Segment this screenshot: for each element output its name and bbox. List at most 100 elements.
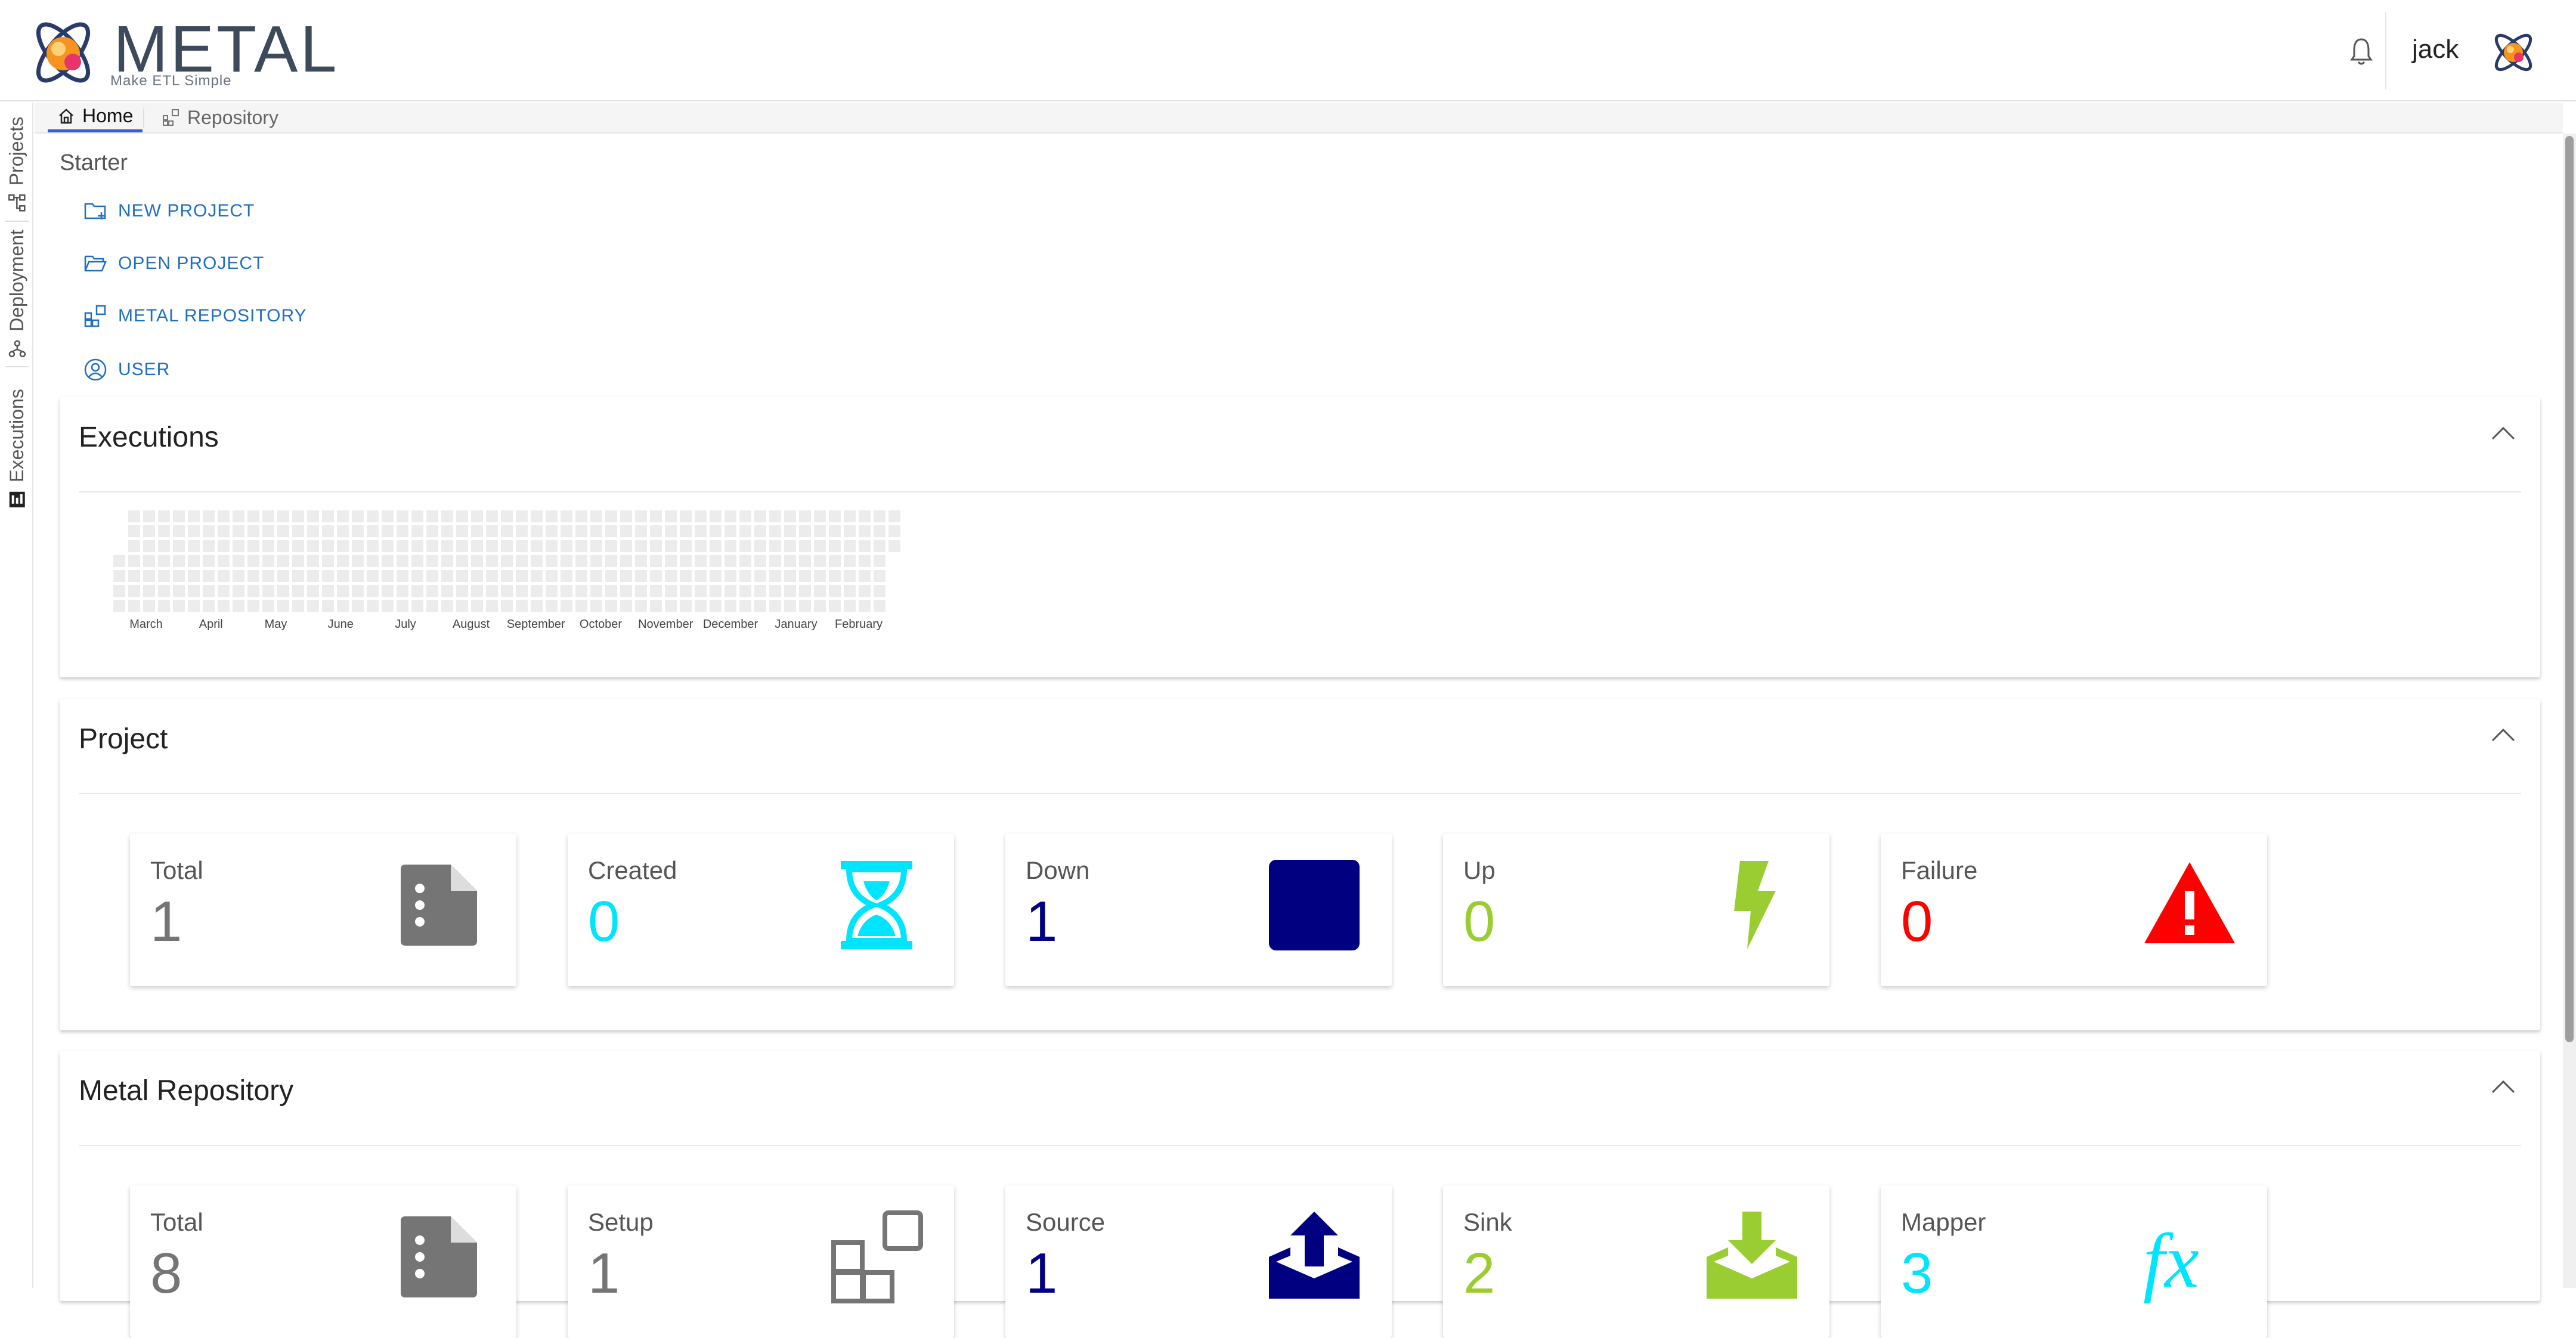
heatmap-day-cell[interactable] bbox=[218, 555, 230, 567]
heatmap-day-cell[interactable] bbox=[218, 510, 230, 522]
heatmap-day-cell[interactable] bbox=[754, 600, 766, 612]
heatmap-day-cell[interactable] bbox=[754, 510, 766, 522]
heatmap-day-cell[interactable] bbox=[367, 585, 379, 597]
heatmap-day-cell[interactable] bbox=[695, 525, 707, 537]
heatmap-day-cell[interactable] bbox=[531, 555, 543, 567]
heatmap-day-cell[interactable] bbox=[367, 540, 379, 552]
heatmap-day-cell[interactable] bbox=[233, 525, 244, 537]
heatmap-day-cell[interactable] bbox=[665, 555, 677, 567]
heatmap-day-cell[interactable] bbox=[531, 525, 543, 537]
heatmap-day-cell[interactable] bbox=[605, 525, 617, 537]
heatmap-day-cell[interactable] bbox=[799, 570, 811, 582]
heatmap-day-cell[interactable] bbox=[844, 570, 856, 582]
heatmap-day-cell[interactable] bbox=[888, 525, 900, 537]
heatmap-day-cell[interactable] bbox=[575, 555, 587, 567]
heatmap-day-cell[interactable] bbox=[575, 570, 587, 582]
heatmap-day-cell[interactable] bbox=[262, 510, 274, 522]
heatmap-day-cell[interactable] bbox=[277, 510, 289, 522]
heatmap-day-cell[interactable] bbox=[784, 510, 796, 522]
heatmap-day-cell[interactable] bbox=[561, 585, 572, 597]
heatmap-day-cell[interactable] bbox=[546, 570, 558, 582]
heatmap-day-cell[interactable] bbox=[218, 585, 230, 597]
heatmap-day-cell[interactable] bbox=[724, 570, 736, 582]
heatmap-day-cell[interactable] bbox=[426, 540, 438, 552]
heatmap-day-cell[interactable] bbox=[531, 600, 543, 612]
heatmap-day-cell[interactable] bbox=[203, 570, 215, 582]
heatmap-day-cell[interactable] bbox=[605, 510, 617, 522]
heatmap-day-cell[interactable] bbox=[844, 540, 856, 552]
heatmap-day-cell[interactable] bbox=[546, 600, 558, 612]
heatmap-day-cell[interactable] bbox=[501, 585, 513, 597]
heatmap-day-cell[interactable] bbox=[188, 555, 200, 567]
heatmap-day-cell[interactable] bbox=[769, 600, 781, 612]
heatmap-day-cell[interactable] bbox=[247, 540, 259, 552]
username-label[interactable]: jack bbox=[2412, 35, 2459, 64]
heatmap-day-cell[interactable] bbox=[382, 585, 394, 597]
heatmap-day-cell[interactable] bbox=[397, 570, 408, 582]
heatmap-day-cell[interactable] bbox=[441, 525, 453, 537]
heatmap-day-cell[interactable] bbox=[829, 525, 841, 537]
heatmap-day-cell[interactable] bbox=[456, 555, 468, 567]
repository-sink-card[interactable]: Sink 2 bbox=[1443, 1185, 1829, 1338]
heatmap-day-cell[interactable] bbox=[590, 570, 602, 582]
sidebar-item-projects[interactable]: Projects bbox=[2, 113, 31, 215]
heatmap-day-cell[interactable] bbox=[218, 540, 230, 552]
heatmap-day-cell[interactable] bbox=[754, 555, 766, 567]
heatmap-day-cell[interactable] bbox=[352, 600, 364, 612]
heatmap-day-cell[interactable] bbox=[799, 510, 811, 522]
heatmap-day-cell[interactable] bbox=[352, 570, 364, 582]
heatmap-day-cell[interactable] bbox=[710, 570, 722, 582]
heatmap-day-cell[interactable] bbox=[814, 600, 826, 612]
heatmap-day-cell[interactable] bbox=[188, 600, 200, 612]
heatmap-day-cell[interactable] bbox=[665, 600, 677, 612]
heatmap-day-cell[interactable] bbox=[337, 585, 349, 597]
heatmap-day-cell[interactable] bbox=[650, 585, 662, 597]
heatmap-day-cell[interactable] bbox=[277, 555, 289, 567]
heatmap-day-cell[interactable] bbox=[247, 585, 259, 597]
heatmap-day-cell[interactable] bbox=[680, 585, 692, 597]
heatmap-day-cell[interactable] bbox=[501, 540, 513, 552]
heatmap-day-cell[interactable] bbox=[292, 600, 304, 612]
project-failure-card[interactable]: Failure 0 bbox=[1881, 834, 2267, 986]
heatmap-day-cell[interactable] bbox=[590, 525, 602, 537]
heatmap-day-cell[interactable] bbox=[754, 570, 766, 582]
heatmap-day-cell[interactable] bbox=[575, 510, 587, 522]
heatmap-day-cell[interactable] bbox=[203, 525, 215, 537]
heatmap-day-cell[interactable] bbox=[143, 570, 155, 582]
heatmap-day-cell[interactable] bbox=[113, 555, 125, 567]
heatmap-day-cell[interactable] bbox=[769, 525, 781, 537]
heatmap-day-cell[interactable] bbox=[888, 510, 900, 522]
heatmap-day-cell[interactable] bbox=[799, 540, 811, 552]
heatmap-day-cell[interactable] bbox=[531, 510, 543, 522]
heatmap-day-cell[interactable] bbox=[516, 585, 528, 597]
heatmap-day-cell[interactable] bbox=[113, 600, 125, 612]
heatmap-day-cell[interactable] bbox=[799, 600, 811, 612]
heatmap-day-cell[interactable] bbox=[367, 570, 379, 582]
heatmap-day-cell[interactable] bbox=[888, 540, 900, 552]
heatmap-day-cell[interactable] bbox=[710, 555, 722, 567]
heatmap-day-cell[interactable] bbox=[277, 525, 289, 537]
heatmap-day-cell[interactable] bbox=[680, 510, 692, 522]
heatmap-day-cell[interactable] bbox=[844, 510, 856, 522]
heatmap-day-cell[interactable] bbox=[754, 585, 766, 597]
heatmap-day-cell[interactable] bbox=[650, 525, 662, 537]
heatmap-day-cell[interactable] bbox=[695, 510, 707, 522]
heatmap-day-cell[interactable] bbox=[814, 525, 826, 537]
heatmap-day-cell[interactable] bbox=[292, 510, 304, 522]
vertical-scrollbar[interactable] bbox=[2563, 134, 2576, 1288]
heatmap-day-cell[interactable] bbox=[397, 585, 408, 597]
heatmap-day-cell[interactable] bbox=[188, 510, 200, 522]
heatmap-day-cell[interactable] bbox=[188, 585, 200, 597]
heatmap-day-cell[interactable] bbox=[486, 525, 498, 537]
heatmap-day-cell[interactable] bbox=[352, 585, 364, 597]
heatmap-day-cell[interactable] bbox=[739, 540, 751, 552]
heatmap-day-cell[interactable] bbox=[874, 570, 886, 582]
heatmap-day-cell[interactable] bbox=[411, 570, 423, 582]
chevron-up-icon[interactable] bbox=[2490, 425, 2516, 442]
heatmap-day-cell[interactable] bbox=[695, 585, 707, 597]
project-down-card[interactable]: Down 1 bbox=[1005, 834, 1392, 986]
heatmap-day-cell[interactable] bbox=[143, 585, 155, 597]
open-project-link[interactable]: OPEN PROJECT bbox=[83, 252, 264, 275]
heatmap-day-cell[interactable] bbox=[635, 525, 647, 537]
heatmap-day-cell[interactable] bbox=[695, 540, 707, 552]
